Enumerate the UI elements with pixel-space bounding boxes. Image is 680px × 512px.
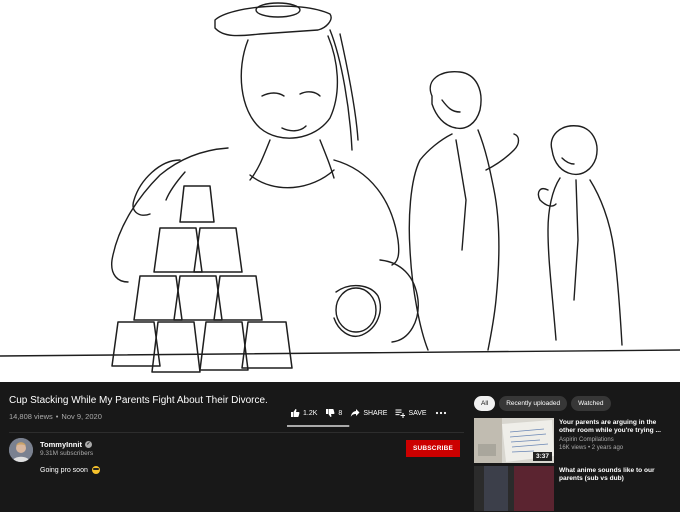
video-meta: 14,808 views • Nov 9, 2020 [9, 412, 102, 421]
save-button[interactable]: SAVE [395, 408, 427, 418]
recommendation-meta: 16K views • 2 years ago [559, 445, 624, 451]
video-description: Going pro soon [40, 466, 100, 474]
recommendation-channel[interactable]: Aspirin Compilations [559, 437, 614, 443]
subscribe-button[interactable]: SUBSCRIBE [406, 440, 460, 457]
thumbnail-image [474, 466, 554, 511]
subscriber-count: 9.31M subscribers [40, 450, 94, 457]
recommendation-thumbnail[interactable]: 3:37 [474, 418, 554, 463]
recommendation-item[interactable]: 3:37 Your parents are arguing in the oth… [474, 418, 674, 464]
share-label: SHARE [363, 409, 388, 417]
save-label: SAVE [408, 409, 427, 417]
video-title: Cup Stacking While My Parents Fight Abou… [9, 395, 268, 406]
dislike-count: 8 [338, 409, 343, 417]
video-actions: 1.2K 8 SHARE SAVE [290, 408, 458, 418]
verified-check-icon: ✓ [84, 441, 92, 448]
thumbs-down-icon [326, 409, 335, 417]
thumbs-up-icon [291, 409, 300, 417]
video-info-section: Cup Stacking While My Parents Fight Abou… [0, 382, 470, 486]
video-duration: 3:37 [532, 452, 552, 461]
recommendation-item[interactable]: What anime sounds like to our parents (s… [474, 466, 674, 512]
like-count: 1.2K [303, 409, 318, 417]
like-button[interactable]: 1.2K [290, 408, 317, 418]
recommendations-sidebar: All Recently uploaded Watched 3:37 Your … [470, 382, 680, 511]
sunglasses-emoji-icon [91, 466, 100, 474]
filter-chips: All Recently uploaded Watched [474, 396, 615, 411]
divider [9, 432, 464, 433]
video-player[interactable] [0, 0, 680, 382]
chip-recently-uploaded[interactable]: Recently uploaded [499, 396, 568, 411]
recommendation-thumbnail[interactable] [474, 466, 554, 511]
share-arrow-icon [351, 409, 360, 417]
share-button[interactable]: SHARE [350, 408, 387, 418]
recommendation-title[interactable]: What anime sounds like to our parents (s… [559, 467, 671, 483]
sentiment-bar [287, 425, 350, 427]
chip-all[interactable]: All [474, 396, 496, 411]
channel-avatar[interactable] [9, 438, 33, 462]
view-count: 14,808 views [9, 412, 53, 421]
dislike-button[interactable]: 8 [325, 408, 342, 418]
recommendation-title[interactable]: Your parents are arguing in the other ro… [559, 419, 671, 435]
channel-name[interactable]: TommyInnit [40, 440, 82, 449]
channel-name-row[interactable]: TommyInnit ✓ [40, 440, 92, 449]
meta-separator: • [55, 412, 59, 421]
video-frame-illustration [0, 2, 680, 373]
more-horizontal-icon [435, 411, 446, 415]
description-text: Going pro soon [40, 466, 88, 474]
chip-watched[interactable]: Watched [571, 396, 611, 411]
avatar-image [9, 438, 33, 462]
playlist-add-icon [395, 409, 406, 418]
more-actions-button[interactable] [435, 408, 450, 418]
sentiment-bar-fill [287, 425, 350, 427]
upload-date: Nov 9, 2020 [61, 412, 102, 421]
